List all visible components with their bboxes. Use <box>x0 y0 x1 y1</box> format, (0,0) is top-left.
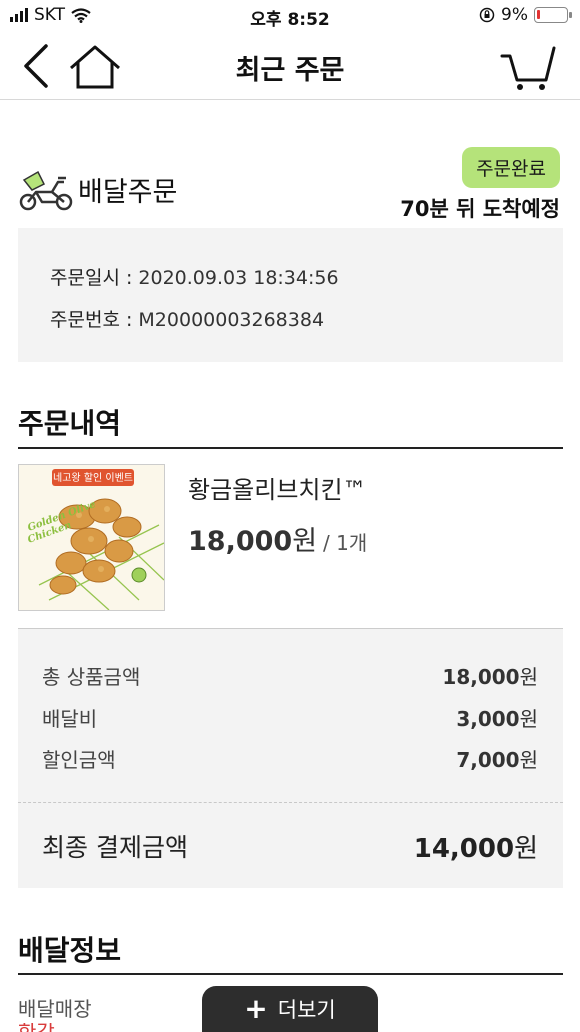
order-info-box: 주문일시 : 2020.09.03 18:34:56 주문번호 : M20000… <box>18 228 563 362</box>
status-bar: SKT 오후 8:52 9% <box>0 0 580 32</box>
summary-value: 18,000원 <box>442 661 538 690</box>
section-divider <box>18 447 563 449</box>
product-image[interactable]: 네고왕 할인 이벤트 Golden Olive Chicken <box>18 464 165 611</box>
battery-icon <box>534 7 572 23</box>
delivery-scooter-icon <box>19 170 73 211</box>
more-button[interactable]: + 더보기 <box>202 986 378 1032</box>
summary-row-delivery-fee: 배달비 3,000원 <box>42 703 538 732</box>
delivery-header: 배달주문 주문완료 70분 뒤 도착예정 <box>18 147 563 221</box>
store-value: 한강점 <box>18 1023 58 1032</box>
order-number-row: 주문번호 : M20000003268384 <box>50 305 324 332</box>
order-details-title: 주문내역 <box>18 407 122 440</box>
order-status-badge: 주문완료 <box>462 147 560 188</box>
summary-label: 총 상품금액 <box>42 665 141 689</box>
order-number-value: M20000003268384 <box>138 309 325 331</box>
status-right: 9% <box>479 5 572 25</box>
more-button-label: 더보기 <box>277 998 336 1022</box>
total-unit: 원 <box>514 834 538 864</box>
order-number-label: 주문번호 : <box>50 309 139 331</box>
order-date-value: 2020.09.03 18:34:56 <box>138 267 339 289</box>
summary-amount: 7,000 <box>456 748 520 772</box>
battery-level <box>537 10 540 19</box>
summary-value: 7,000원 <box>456 744 538 773</box>
summary-label: 배달비 <box>42 707 98 731</box>
summary-label: 할인금액 <box>42 748 116 772</box>
summary-row-discount: 할인금액 7,000원 <box>42 744 538 773</box>
section-divider <box>18 973 563 975</box>
price-summary: 총 상품금액 18,000원 배달비 3,000원 할인금액 7,000원 최종… <box>18 628 563 888</box>
cart-icon[interactable] <box>500 46 560 92</box>
order-date-row: 주문일시 : 2020.09.03 18:34:56 <box>50 263 339 290</box>
store-label: 배달매장 <box>18 997 92 1021</box>
total-amount: 14,000 <box>413 834 515 864</box>
product-name[interactable]: 황금올리브치킨™ <box>188 470 367 505</box>
summary-amount: 18,000 <box>442 665 520 689</box>
eta-text: 70분 뒤 도착예정 <box>400 197 560 221</box>
plus-icon: + <box>244 992 268 1025</box>
summary-row-subtotal: 총 상품금액 18,000원 <box>42 661 538 690</box>
summary-amount: 3,000 <box>456 707 520 731</box>
order-date-label: 주문일시 : <box>50 267 139 289</box>
nav-bar: 최근 주문 <box>0 32 580 100</box>
page-title: 최근 주문 <box>235 55 345 86</box>
dashed-divider <box>18 802 563 803</box>
total-label: 최종 결제금액 <box>42 833 188 862</box>
summary-value: 3,000원 <box>456 703 538 732</box>
rotation-lock-icon <box>479 7 495 23</box>
chicken-illustration: 네고왕 할인 이벤트 Golden Olive Chicken <box>19 465 164 610</box>
product-price-unit: 원 <box>292 526 318 557</box>
summary-unit: 원 <box>519 665 538 689</box>
total-value: 14,000원 <box>414 828 538 865</box>
product-price: 18,000원/ 1개 <box>188 519 367 558</box>
summary-unit: 원 <box>519 707 538 731</box>
product-qty: / 1개 <box>323 531 368 555</box>
delivery-info-title: 배달정보 <box>18 934 122 967</box>
delivery-type-label: 배달주문 <box>78 177 178 208</box>
product-banner-text: 네고왕 할인 이벤트 <box>53 472 133 484</box>
product-price-amount: 18,000 <box>188 526 293 557</box>
summary-unit: 원 <box>519 748 538 772</box>
total-row: 최종 결제금액 14,000원 <box>42 828 538 865</box>
battery-percent: 9% <box>501 5 528 25</box>
